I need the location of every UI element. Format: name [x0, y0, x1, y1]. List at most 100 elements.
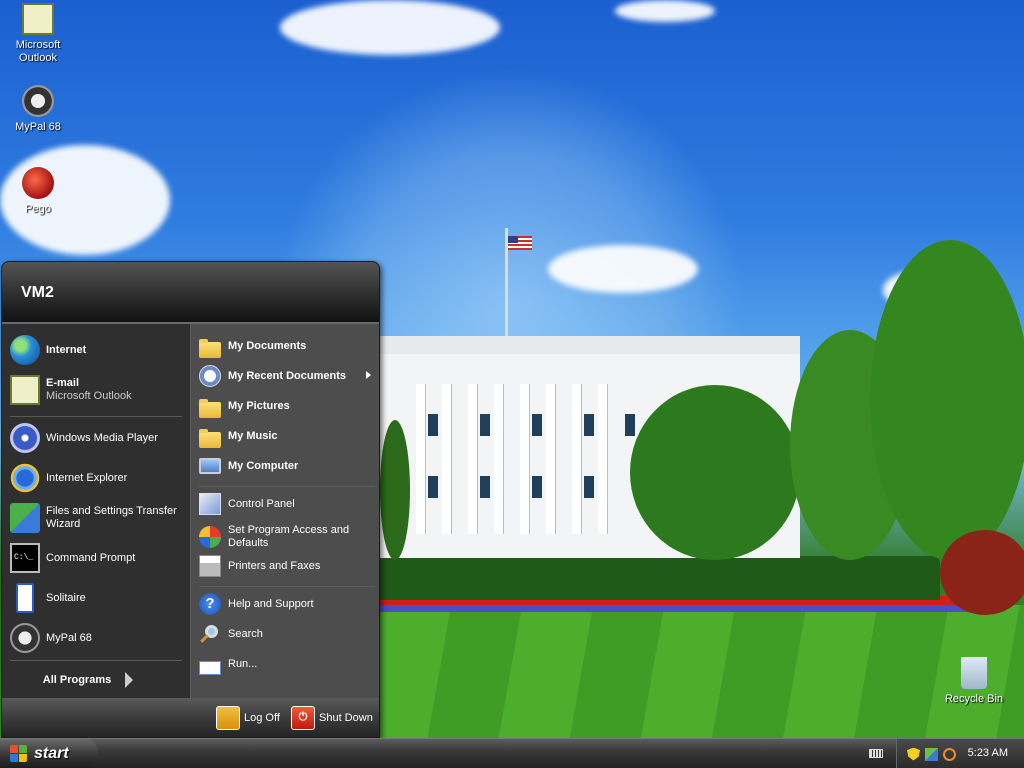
system-label: Printers and Faxes — [228, 559, 321, 572]
wallpaper-cloud — [280, 0, 500, 55]
place-label: My Recent Documents — [228, 369, 346, 382]
wallpaper-shrub — [940, 530, 1024, 615]
start-menu: VM2 Internet E-mail Microsoft Outlook Win… — [1, 261, 380, 738]
flag — [508, 236, 532, 250]
shut-down-button[interactable]: ⏻ Shut Down — [291, 706, 373, 730]
windows-logo-icon — [10, 745, 28, 763]
arrow-right-icon — [125, 672, 134, 688]
system-tray: 5:23 AM — [896, 739, 1024, 768]
tool-label: Search — [228, 627, 263, 640]
start-menu-footer: Log Off ⏻ Shut Down — [2, 698, 379, 737]
tool-run[interactable]: Run... — [199, 650, 377, 678]
media-player-icon — [10, 423, 40, 453]
recent-item-media-player[interactable]: Windows Media Player — [10, 422, 186, 454]
power-icon: ⏻ — [291, 706, 315, 730]
recent-item-label: Command Prompt — [46, 551, 136, 564]
recycle-bin-icon — [961, 657, 987, 689]
recent-item-mypal[interactable]: MyPal 68 — [10, 622, 186, 654]
command-prompt-icon — [10, 543, 40, 573]
keyboard-icon[interactable] — [869, 749, 883, 758]
desktop-icon-pego[interactable]: Pego — [0, 167, 76, 216]
run-icon — [199, 661, 221, 675]
raccoon-icon — [22, 85, 54, 117]
system-printers-faxes[interactable]: Printers and Faxes — [199, 552, 377, 580]
separator — [10, 416, 182, 417]
tool-label: Run... — [228, 657, 258, 670]
recent-docs-icon — [199, 365, 221, 387]
tool-help-support[interactable]: Help and Support — [199, 590, 377, 618]
start-menu-header: VM2 — [2, 262, 379, 324]
recent-item-command-prompt[interactable]: Command Prompt — [10, 542, 186, 574]
security-shield-icon[interactable] — [907, 747, 920, 761]
start-menu-right-pane: My Documents My Recent Documents My Pict… — [190, 324, 379, 698]
search-tray-icon[interactable] — [943, 747, 956, 761]
separator — [10, 660, 182, 661]
start-button[interactable]: start — [0, 739, 98, 768]
desktop-icon-mypal[interactable]: MyPal 68 — [0, 85, 76, 134]
place-label: My Documents — [228, 339, 307, 352]
start-menu-left-pane: Internet E-mail Microsoft Outlook Windows… — [2, 324, 190, 698]
recent-item-label: Internet Explorer — [46, 471, 128, 484]
recent-item-label: Solitaire — [46, 591, 86, 604]
pinned-item-internet[interactable]: Internet — [10, 334, 186, 366]
place-label: My Music — [228, 429, 278, 442]
folder-icon — [199, 339, 221, 358]
system-control-panel[interactable]: Control Panel — [199, 490, 377, 518]
recent-item-label: Files and Settings Transfer Wizard — [46, 505, 177, 530]
user-name: VM2 — [21, 284, 54, 301]
search-icon — [199, 623, 221, 645]
recent-item-solitaire[interactable]: Solitaire — [10, 582, 186, 614]
clock[interactable]: 5:23 AM — [968, 747, 1008, 759]
key-icon — [216, 706, 240, 730]
place-my-recent-documents[interactable]: My Recent Documents — [199, 362, 377, 390]
tool-search[interactable]: Search — [199, 620, 377, 648]
pinned-item-label: Internet — [46, 343, 87, 356]
ie-icon — [10, 463, 40, 493]
place-my-computer[interactable]: My Computer — [199, 452, 377, 480]
desktop-icon-outlook[interactable]: Microsoft Outlook — [0, 3, 76, 65]
pinned-item-sub: Microsoft Outlook — [46, 390, 132, 402]
folder-icon — [199, 399, 221, 418]
pinned-item-label: E-mail — [46, 377, 80, 389]
desktop-icon-label: Recycle Bin — [944, 693, 1004, 705]
desktop-icon-label: Microsoft Outlook — [15, 39, 61, 64]
wallpaper-lawn — [380, 605, 1024, 738]
start-label: start — [34, 745, 69, 762]
tool-label: Help and Support — [228, 597, 314, 610]
recent-item-label: MyPal 68 — [46, 631, 92, 644]
transfer-wizard-icon — [10, 503, 40, 533]
shut-down-label: Shut Down — [319, 712, 373, 724]
system-program-access[interactable]: Set Program Access and Defaults — [199, 520, 377, 554]
recent-item-label: Windows Media Player — [46, 431, 158, 444]
log-off-button[interactable]: Log Off — [216, 706, 280, 730]
place-my-documents[interactable]: My Documents — [199, 332, 377, 360]
place-label: My Pictures — [228, 399, 290, 412]
wallpaper-tree — [870, 240, 1024, 560]
pinned-item-email[interactable]: E-mail Microsoft Outlook — [10, 374, 186, 406]
mypal-icon — [10, 623, 40, 653]
separator — [199, 586, 375, 587]
place-my-pictures[interactable]: My Pictures — [199, 392, 377, 420]
computer-icon — [199, 458, 221, 474]
globe-icon — [10, 335, 40, 365]
printer-icon — [199, 555, 221, 577]
wallpaper-cloud — [615, 0, 715, 22]
outlook-icon — [10, 375, 40, 405]
solitaire-icon — [16, 583, 34, 613]
wallpaper-tree — [630, 385, 800, 560]
folder-icon — [199, 429, 221, 448]
desktop-icon-label: MyPal 68 — [15, 121, 61, 133]
recent-item-internet-explorer[interactable]: Internet Explorer — [10, 462, 186, 494]
all-programs-button[interactable]: All Programs — [10, 664, 186, 696]
desktop-icon-recycle-bin[interactable]: Recycle Bin — [936, 657, 1012, 706]
system-label: Set Program Access and Defaults — [228, 524, 350, 549]
network-icon[interactable] — [925, 747, 938, 761]
place-my-music[interactable]: My Music — [199, 422, 377, 450]
program-access-icon — [199, 526, 221, 548]
control-panel-icon — [199, 493, 221, 515]
recent-item-transfer-wizard[interactable]: Files and Settings Transfer Wizard — [10, 502, 186, 534]
log-off-label: Log Off — [244, 712, 280, 724]
desktop-icon-label: Pego — [25, 203, 51, 215]
pego-icon — [22, 167, 54, 199]
submenu-arrow-icon — [366, 371, 371, 379]
